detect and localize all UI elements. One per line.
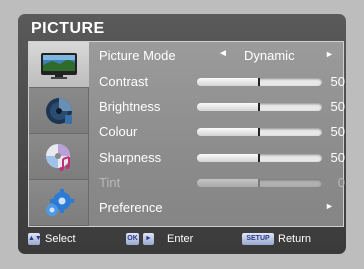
brightness-slider[interactable] <box>197 103 322 111</box>
footer-select-label: Select <box>45 233 76 245</box>
footer-help: ▲▼ Select OK ► Enter SETUP Return <box>18 230 346 250</box>
tab-setup[interactable] <box>29 180 89 226</box>
music-disc-icon <box>45 143 70 171</box>
footer-enter-label: Enter <box>167 233 194 245</box>
footer-return-label: Return <box>278 233 312 245</box>
contrast-value: 50 <box>330 74 345 89</box>
picture-mode-label: Picture Mode <box>99 48 176 63</box>
updown-key-icon: ▲▼ <box>28 233 42 245</box>
picture-mode-left-arrow[interactable]: ◄ <box>218 48 228 59</box>
picture-mode-right-arrow[interactable]: ► <box>325 49 334 59</box>
contrast-row[interactable]: Contrast 50 <box>99 69 345 94</box>
sharpness-slider-fill <box>197 154 260 162</box>
picture-menu: PICTURE Picture Mode ◄ Dynamic ► Contras… <box>18 14 346 254</box>
tint-row: Tint 0 <box>99 170 345 195</box>
contrast-slider-fill <box>197 78 260 86</box>
colour-label: Colour <box>99 124 138 139</box>
tint-slider <box>197 179 322 187</box>
sharpness-label: Sharpness <box>99 150 162 165</box>
tab-picture[interactable] <box>29 42 89 88</box>
menu-panel: Picture Mode ◄ Dynamic ► Contrast 50 Bri… <box>28 41 345 227</box>
tint-label: Tint <box>99 175 121 190</box>
tint-slider-fill <box>197 179 260 187</box>
colour-slider[interactable] <box>197 128 322 136</box>
colour-value: 50 <box>330 124 345 139</box>
menu-title: PICTURE <box>31 20 105 37</box>
tint-value: 0 <box>337 175 345 190</box>
colour-row[interactable]: Colour 50 <box>99 119 345 144</box>
contrast-label: Contrast <box>99 74 149 89</box>
brightness-row[interactable]: Brightness 50 <box>99 94 345 119</box>
brightness-value: 50 <box>330 99 345 114</box>
preference-row[interactable]: Preference ► <box>99 195 345 220</box>
tv-screen-icon <box>41 52 77 79</box>
preference-arrow-icon: ► <box>325 201 334 211</box>
category-tabs <box>29 42 89 226</box>
sound-disc-icon <box>45 97 72 124</box>
tab-audio[interactable] <box>29 134 89 180</box>
brightness-slider-fill <box>197 103 260 111</box>
brightness-label: Brightness <box>99 99 161 114</box>
contrast-slider[interactable] <box>197 78 322 86</box>
gear-settings-icon <box>45 188 74 216</box>
tab-sound[interactable] <box>29 88 89 134</box>
setup-key-icon: SETUP <box>242 233 274 245</box>
sharpness-row[interactable]: Sharpness 50 <box>99 145 345 170</box>
sharpness-slider[interactable] <box>197 154 322 162</box>
picture-mode-row[interactable]: Picture Mode ◄ Dynamic ► <box>99 43 345 68</box>
right-key-icon: ► <box>143 233 154 245</box>
picture-mode-value: Dynamic <box>244 48 295 63</box>
sharpness-value: 50 <box>330 150 345 165</box>
colour-slider-fill <box>197 128 260 136</box>
ok-key-icon: OK <box>126 233 139 245</box>
preference-label: Preference <box>99 200 163 215</box>
